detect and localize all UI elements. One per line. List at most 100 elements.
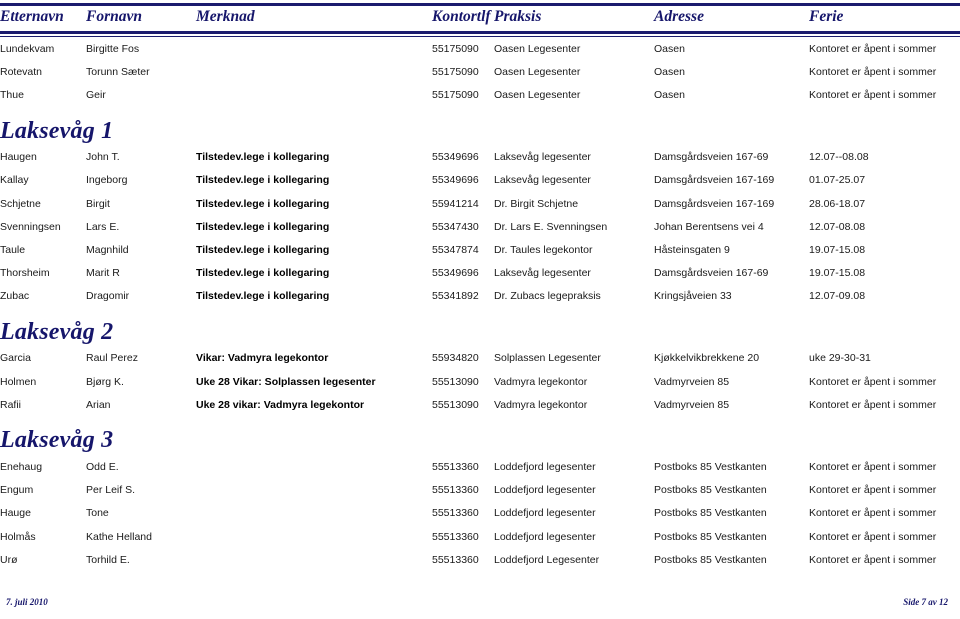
cell-etternavn: Taule [0,243,26,256]
cell-ferie: uke 29-30-31 [809,352,871,365]
table-row: Taule Magnhild Tilstedev.lege i kollegarin… [0,238,960,261]
cell-adresse: Postboks 85 Vestkanten [654,530,767,543]
cell-adresse: Vadmyrveien 85 [654,375,730,388]
column-header-praksis: Praksis [494,8,654,34]
cell-fornavn: Birgitte Fos [86,42,140,55]
group-heading-row: Laksevåg 3 [0,416,960,455]
cell-praksis: Loddefjord Legesenter [494,553,600,566]
cell-kontortlf: 55513360 [432,507,479,520]
report-page: Etternavn Fornavn Merknad Kontortlf Prak… [0,0,960,619]
top-rule [0,3,960,6]
cell-merknad [196,479,432,502]
cell-praksis: Dr. Lars E. Svenningsen [494,220,608,233]
cell-adresse: Johan Berentsens vei 4 [654,220,764,233]
cell-ferie: Kontoret er åpent i sommer [809,484,937,497]
cell-ferie: Kontoret er åpent i sommer [809,553,937,566]
cell-etternavn: Haugen [0,151,37,164]
group-title: Laksevåg 1 [0,117,114,144]
cell-praksis: Oasen Legesenter [494,42,581,55]
cell-fornavn: Geir [86,88,106,101]
cell-etternavn: Holmen [0,375,37,388]
table-row: Kallay Ingeborg Tilstedev.lege i kollegari… [0,169,960,192]
cell-etternavn: Engum [0,484,34,497]
cell-merknad: Uke 28 vikar: Vadmyra legekontor [196,398,365,411]
cell-praksis: Laksevåg legesenter [494,174,591,187]
cell-praksis: Solplassen Legesenter [494,352,601,365]
cell-adresse: Oasen [654,65,685,78]
cell-kontortlf: 55513360 [432,553,479,566]
cell-merknad: Vikar: Vadmyra legekontor [196,352,329,365]
cell-fornavn: Magnhild [86,243,129,256]
cell-etternavn: Zubac [0,290,30,303]
group-heading-row: Laksevåg 1 [0,107,960,146]
column-header-row: Etternavn Fornavn Merknad Kontortlf Prak… [0,8,960,34]
table-row: Lundekvam Birgitte Fos 55175090 Oasen Leges… [0,37,960,61]
cell-fornavn: Birgit [86,197,110,210]
cell-kontortlf: 55513360 [432,461,479,474]
cell-etternavn: Kallay [0,174,29,187]
table-row: Garcia Raul Perez Vikar: Vadmyra legekonto… [0,347,960,370]
cell-merknad: Tilstedev.lege i kollegaring [196,197,330,210]
table-row: Hauge Tone 55513360 Loddefjord legesenter Po… [0,502,960,525]
cell-ferie: 01.07-25.07 [809,174,866,187]
cell-praksis: Dr. Zubacs legepraksis [494,290,601,303]
table-row: Holmås Kathe Helland 55513360 Loddefjord le… [0,525,960,548]
cell-merknad [196,60,432,83]
cell-kontortlf: 55347430 [432,220,479,233]
cell-ferie: 19.07-15.08 [809,243,866,256]
cell-etternavn: Garcia [0,352,31,365]
cell-etternavn: Schjetne [0,197,41,210]
cell-praksis: Dr. Taules legekontor [494,243,593,256]
table-body: Lundekvam Birgitte Fos 55175090 Oasen Leges… [0,37,960,572]
cell-praksis: Vadmyra legekontor [494,398,588,411]
report-table: Etternavn Fornavn Merknad Kontortlf Prak… [0,8,960,571]
cell-ferie: Kontoret er åpent i sommer [809,461,937,474]
cell-merknad [196,548,432,571]
cell-etternavn: Holmås [0,530,36,543]
cell-kontortlf: 55934820 [432,352,479,365]
cell-fornavn: Marit R [86,267,120,280]
column-header-kontortlf: Kontortlf [432,8,494,34]
cell-ferie: Kontoret er åpent i sommer [809,65,937,78]
cell-fornavn: Torunn Sæter [86,65,150,78]
table-row: Engum Per Leif S. 55513360 Loddefjord leges… [0,479,960,502]
cell-adresse: Håsteinsgaten 9 [654,243,730,256]
cell-praksis: Loddefjord legesenter [494,461,596,474]
cell-etternavn: Rafii [0,398,22,411]
cell-kontortlf: 55349696 [432,151,479,164]
table-row: Enehaug Odd E. 55513360 Loddefjord legesent… [0,455,960,478]
column-header-merknad: Merknad [196,8,432,34]
cell-fornavn: Per Leif S. [86,484,136,497]
cell-adresse: Kjøkkelvikbrekkene 20 [654,352,760,365]
cell-merknad: Tilstedev.lege i kollegaring [196,220,330,233]
cell-kontortlf: 55513360 [432,530,479,543]
cell-ferie: 12.07-09.08 [809,290,866,303]
cell-fornavn: Lars E. [86,220,120,233]
cell-etternavn: Thue [0,88,24,101]
table-row: Rafii Arian Uke 28 vikar: Vadmyra legekont… [0,393,960,416]
cell-adresse: Damsgårdsveien 167-69 [654,151,769,164]
cell-adresse: Vadmyrveien 85 [654,398,730,411]
cell-kontortlf: 55349696 [432,267,479,280]
cell-praksis: Laksevåg legesenter [494,151,591,164]
cell-etternavn: Lundekvam [0,42,55,55]
group-heading-cell: Laksevåg 3 [0,416,960,455]
cell-adresse: Oasen [654,42,685,55]
table-row: Rotevatn Torunn Sæter 55175090 Oasen Legese… [0,60,960,83]
cell-praksis: Oasen Legesenter [494,88,581,101]
group-title: Laksevåg 2 [0,318,114,345]
table-row: Holmen Bjørg K. Uke 28 Vikar: Solplassen l… [0,370,960,393]
cell-praksis: Loddefjord legesenter [494,484,596,497]
cell-etternavn: Rotevatn [0,65,43,78]
cell-fornavn: Odd E. [86,461,119,474]
cell-fornavn: Bjørg K. [86,375,124,388]
group-heading-row: Laksevåg 2 [0,308,960,347]
footer-date: 7. juli 2010 [6,597,48,607]
cell-etternavn: Enehaug [0,461,43,474]
cell-ferie: 12.07-08.08 [809,220,866,233]
cell-praksis: Loddefjord legesenter [494,530,596,543]
cell-etternavn: Thorsheim [0,267,50,280]
cell-merknad: Tilstedev.lege i kollegaring [196,151,330,164]
cell-kontortlf: 55347874 [432,243,479,256]
cell-kontortlf: 55175090 [432,42,479,55]
